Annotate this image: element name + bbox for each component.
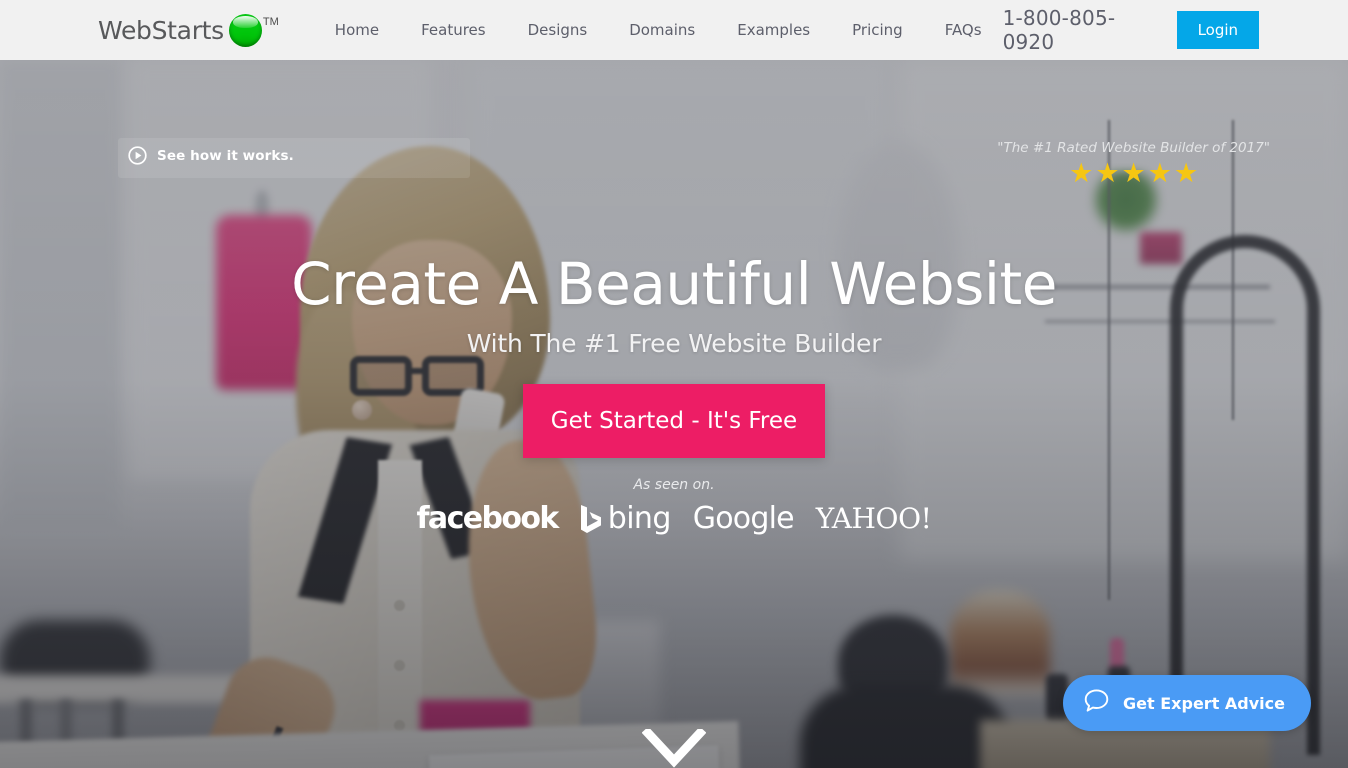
hero-subheadline: With The #1 Free Website Builder bbox=[466, 329, 882, 358]
nav-item-features[interactable]: Features bbox=[400, 21, 507, 39]
bing-mark-icon bbox=[580, 504, 602, 534]
nav-item-designs[interactable]: Designs bbox=[507, 21, 609, 39]
phone-number[interactable]: 1-800-805-0920 bbox=[1003, 6, 1147, 54]
logo-text: WebStarts bbox=[98, 15, 224, 45]
bing-logo: bing bbox=[580, 501, 671, 536]
bing-wordmark: bing bbox=[607, 501, 672, 536]
login-button[interactable]: Login bbox=[1176, 11, 1259, 49]
nav-item-pricing[interactable]: Pricing bbox=[831, 21, 924, 39]
yahoo-suffix: ! bbox=[920, 502, 932, 535]
press-logos: facebook bing Google YAHOO! bbox=[0, 501, 1348, 536]
as-seen-on-label: As seen on. bbox=[633, 477, 715, 493]
logo-trademark: TM bbox=[262, 15, 279, 28]
logo[interactable]: WebStarts TM bbox=[98, 13, 279, 47]
get-expert-advice-button[interactable]: Get Expert Advice bbox=[1063, 675, 1311, 731]
nav-item-domains[interactable]: Domains bbox=[608, 21, 716, 39]
yahoo-logo: YAHOO! bbox=[816, 502, 932, 535]
header-actions: 1-800-805-0920 Login bbox=[1003, 6, 1259, 54]
hero-section: See how it works. "The #1 Rated Website … bbox=[0, 60, 1348, 768]
google-logo: Google bbox=[692, 501, 795, 536]
get-started-button[interactable]: Get Started - It's Free bbox=[523, 384, 825, 458]
nav-item-faqs[interactable]: FAQs bbox=[924, 21, 1003, 39]
nav-item-home[interactable]: Home bbox=[314, 21, 400, 39]
chat-label: Get Expert Advice bbox=[1123, 693, 1285, 713]
site-header: WebStarts TM Home Features Designs Domai… bbox=[0, 0, 1348, 60]
yahoo-wordmark: YAHOO bbox=[815, 502, 921, 535]
nav-item-examples[interactable]: Examples bbox=[716, 21, 831, 39]
hero-content: Create A Beautiful Website With The #1 F… bbox=[0, 60, 1348, 536]
logo-orb-icon bbox=[228, 13, 262, 47]
scroll-down-chevron-icon[interactable] bbox=[641, 726, 707, 768]
facebook-logo: facebook bbox=[416, 501, 559, 536]
chat-bubble-icon bbox=[1083, 687, 1110, 719]
hero-headline: Create A Beautiful Website bbox=[291, 250, 1057, 318]
main-navigation: Home Features Designs Domains Examples P… bbox=[314, 21, 1003, 39]
